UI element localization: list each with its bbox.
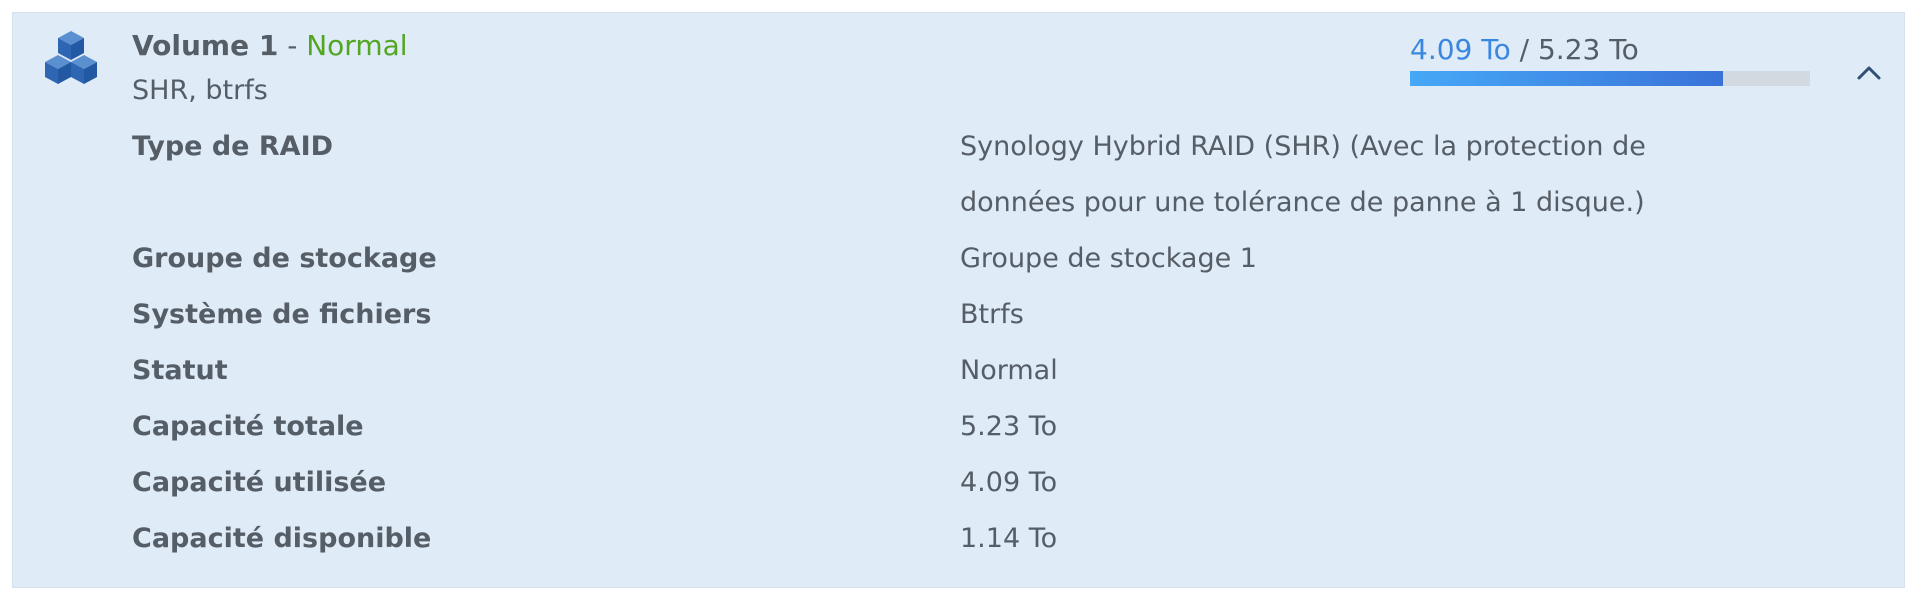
usage-used: 4.09 To — [1410, 33, 1511, 66]
usage-bar-fill — [1410, 71, 1723, 86]
detail-row-status: Statut Normal — [132, 343, 1872, 399]
chevron-up-icon — [1857, 66, 1881, 80]
detail-row-storage-pool: Groupe de stockage Groupe de stockage 1 — [132, 231, 1872, 287]
detail-value: 4.09 To — [960, 467, 1058, 498]
detail-label: Capacité totale — [132, 411, 364, 442]
collapse-button[interactable] — [1851, 55, 1887, 91]
detail-row-used-capacity: Capacité utilisée 4.09 To — [132, 455, 1872, 511]
volume-name: Volume 1 — [132, 29, 279, 62]
detail-value-status: Normal — [960, 355, 1058, 386]
volume-subtitle: SHR, btrfs — [132, 75, 268, 106]
usage-bar — [1410, 71, 1810, 86]
usage-summary: 4.09 To / 5.23 To — [1410, 31, 1639, 69]
detail-value: 5.23 To — [960, 411, 1058, 442]
usage-separator: / — [1519, 33, 1530, 66]
detail-label: Groupe de stockage — [132, 243, 437, 274]
volume-status: Normal — [306, 29, 408, 62]
detail-value: 1.14 To — [960, 523, 1058, 554]
detail-label: Capacité utilisée — [132, 467, 387, 498]
volume-panel: Volume 1 - Normal SHR, btrfs 4.09 To / 5… — [12, 12, 1905, 588]
detail-value: Btrfs — [960, 299, 1024, 330]
detail-label: Système de fichiers — [132, 299, 432, 330]
volume-details: Type de RAID Synology Hybrid RAID (SHR) … — [132, 119, 1872, 567]
cubes-icon — [37, 29, 105, 97]
usage-total: 5.23 To — [1537, 33, 1639, 66]
detail-row-total-capacity: Capacité totale 5.23 To — [132, 399, 1872, 455]
detail-label: Statut — [132, 355, 228, 386]
detail-value: Groupe de stockage 1 — [960, 243, 1257, 274]
detail-row-available-capacity: Capacité disponible 1.14 To — [132, 511, 1872, 567]
detail-row-file-system: Système de fichiers Btrfs — [132, 287, 1872, 343]
detail-label: Type de RAID — [132, 131, 334, 162]
detail-value: Synology Hybrid RAID (SHR) (Avec la prot… — [960, 131, 1646, 218]
detail-label: Capacité disponible — [132, 523, 432, 554]
title-separator: - — [287, 29, 298, 62]
volume-title: Volume 1 - Normal — [132, 27, 408, 65]
detail-row-raid-type: Type de RAID Synology Hybrid RAID (SHR) … — [132, 119, 1872, 231]
